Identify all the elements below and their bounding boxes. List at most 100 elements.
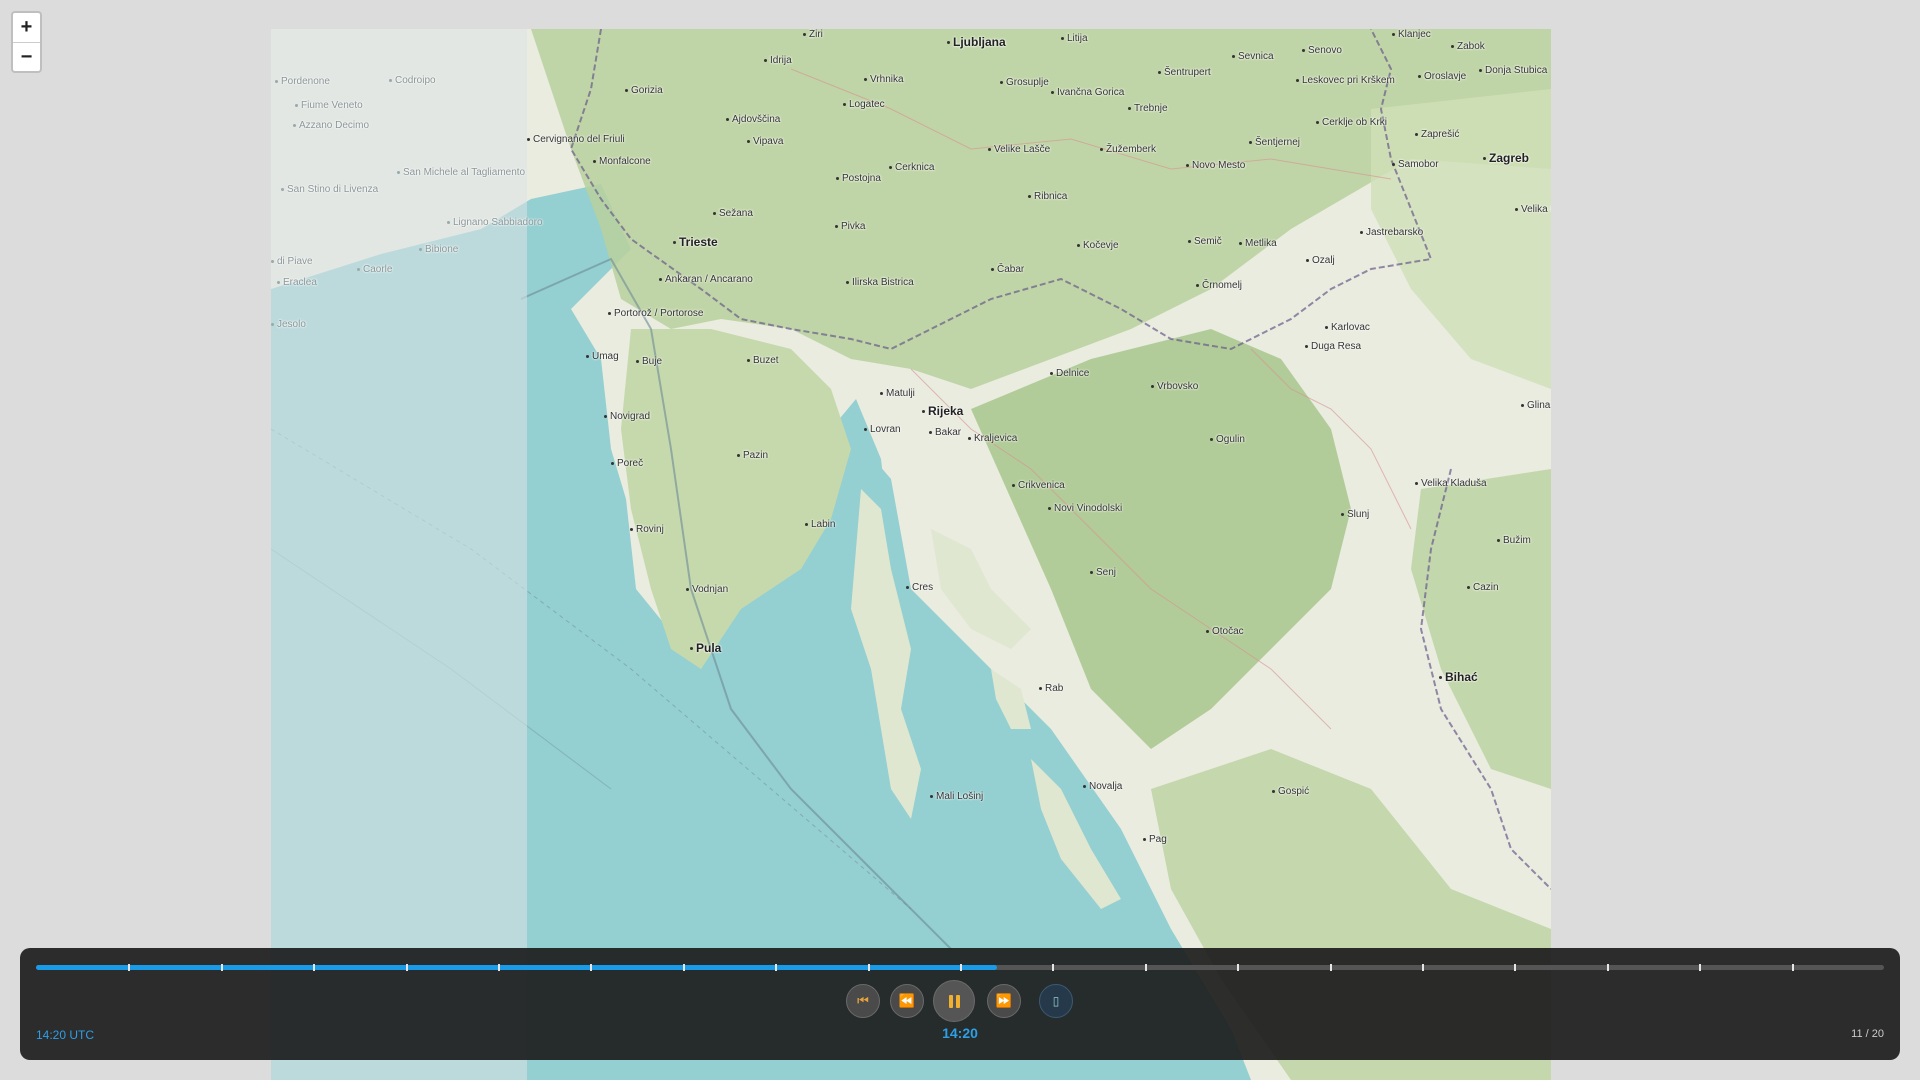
place-label: Ozalj xyxy=(1306,255,1335,266)
place-label: Labin xyxy=(805,519,835,530)
zoom-control: + − xyxy=(11,11,42,73)
timeline-step-tick[interactable] xyxy=(1699,964,1702,971)
place-label: Sevnica xyxy=(1232,51,1274,62)
place-label: Jesolo xyxy=(271,319,306,330)
place-label: Buzet xyxy=(747,355,779,366)
timeline-step-tick[interactable] xyxy=(1791,964,1794,971)
place-label: Senovo xyxy=(1302,45,1342,56)
place-label: Čabar xyxy=(991,264,1024,275)
place-label: Novigrad xyxy=(604,411,650,422)
place-label: Azzano Decimo xyxy=(293,120,369,131)
timeline-step-tick[interactable] xyxy=(220,964,223,971)
place-label: Klanjec xyxy=(1392,29,1431,40)
timeline-step-tick[interactable] xyxy=(128,964,131,971)
place-label: Pula xyxy=(690,641,721,655)
place-label: Semič xyxy=(1188,236,1222,247)
zoom-out-button[interactable]: − xyxy=(13,43,40,71)
timeline-step-tick[interactable] xyxy=(1606,964,1609,971)
timeline-step-tick[interactable] xyxy=(1237,964,1240,971)
place-label: Matulji xyxy=(880,388,915,399)
place-label: Šentrupert xyxy=(1158,67,1211,78)
place-label: Grosuplje xyxy=(1000,77,1049,88)
timeline-progress-fill xyxy=(36,965,997,970)
timeline-step-tick[interactable] xyxy=(1514,964,1517,971)
place-label: Velike Lašče xyxy=(988,144,1050,155)
frame-counter: 11 / 20 xyxy=(1851,1028,1884,1040)
pause-button[interactable] xyxy=(933,980,975,1022)
place-label: Pivka xyxy=(835,221,865,232)
place-label: Novi Vinodolski xyxy=(1048,503,1122,514)
place-label: Logatec xyxy=(843,99,885,110)
map-frame[interactable]: Ljubljana Zagreb Rijeka Trieste Pula Bihać Por… xyxy=(271,29,1551,1080)
place-label: Ljubljana xyxy=(947,35,1006,49)
timeline-step-tick[interactable] xyxy=(313,964,316,971)
place-label: Cerklje ob Krki xyxy=(1316,117,1387,128)
place-label: Portorož / Portorose xyxy=(608,308,703,319)
animation-player-panel: ⏮ ⏪ ⏩ ▯ 14:20 UTC 14:20 11 / 20 xyxy=(20,948,1900,1060)
place-label: Slunj xyxy=(1341,509,1369,520)
place-label: Gorizia xyxy=(625,85,663,96)
place-label: Duga Resa xyxy=(1305,341,1361,352)
timeline-step-tick[interactable] xyxy=(1052,964,1055,971)
place-label: Zagreb xyxy=(1483,151,1529,165)
timeline-step-tick[interactable] xyxy=(1144,964,1147,971)
timeline-step-tick[interactable] xyxy=(590,964,593,971)
timeline-step-tick[interactable] xyxy=(1422,964,1424,971)
place-label: Ivančna Gorica xyxy=(1051,87,1124,98)
place-label: Crikvenica xyxy=(1012,480,1065,491)
place-label: Gospić xyxy=(1272,786,1309,797)
place-label: Cervignano del Friuli xyxy=(527,134,625,145)
map-viewport[interactable]: Ljubljana Zagreb Rijeka Trieste Pula Bihać Por… xyxy=(0,0,1920,1080)
place-label: Poreč xyxy=(611,458,643,469)
place-label: Cazin xyxy=(1467,582,1499,593)
place-label: Zabok xyxy=(1451,41,1485,52)
place-label: Pazin xyxy=(737,450,768,461)
next-frame-button[interactable]: ⏩ xyxy=(987,984,1021,1018)
timeline-step-tick[interactable] xyxy=(682,964,685,971)
place-label: Ajdovščina xyxy=(726,114,780,125)
place-label: Litija xyxy=(1061,33,1088,44)
place-label: Velika G xyxy=(1515,204,1551,215)
place-label: Novo Mesto xyxy=(1186,160,1245,171)
playback-controls: ⏮ ⏪ ⏩ ▯ xyxy=(20,980,1900,1022)
place-label: Bakar xyxy=(929,427,961,438)
place-label: Idrija xyxy=(764,55,792,66)
timeline-step-tick[interactable] xyxy=(960,964,962,971)
place-label: Donja Stubica xyxy=(1479,65,1547,76)
place-label: Umag xyxy=(586,351,619,362)
fast-forward-icon: ⏩ xyxy=(995,993,1013,1008)
timeline-progress-bar[interactable] xyxy=(36,964,1884,971)
zoom-in-button[interactable]: + xyxy=(13,13,40,43)
place-label: Samobor xyxy=(1392,159,1439,170)
previous-frame-button[interactable]: ⏪ xyxy=(890,984,924,1018)
extra-option-button[interactable]: ▯ xyxy=(1039,984,1073,1018)
place-label: San Michele al Tagliamento xyxy=(397,167,525,178)
timeline-step-tick[interactable] xyxy=(1329,964,1332,971)
timeline-step-tick[interactable] xyxy=(775,964,778,971)
rectangle-icon: ▯ xyxy=(1052,994,1060,1008)
first-frame-button[interactable]: ⏮ xyxy=(846,984,880,1018)
place-label: Vrhnika xyxy=(864,74,904,85)
place-label: Trebnje xyxy=(1128,103,1168,114)
place-label: Vipava xyxy=(747,136,783,147)
timeline-step-tick[interactable] xyxy=(405,964,408,971)
place-label: Ilirska Bistrica xyxy=(846,277,914,288)
place-label: Črnomelj xyxy=(1196,280,1242,291)
place-label: Monfalcone xyxy=(593,156,651,167)
place-label: Cerknica xyxy=(889,162,934,173)
place-label: Lignano Sabbiadoro xyxy=(447,217,543,228)
place-label: Leskovec pri Krškem xyxy=(1296,75,1395,86)
timeline-step-tick[interactable] xyxy=(498,964,500,971)
skip-to-start-icon: ⏮ xyxy=(857,993,869,1008)
place-label: Ribnica xyxy=(1028,191,1067,202)
place-label: Ankaran / Ancarano xyxy=(659,274,753,285)
timeline-step-tick[interactable] xyxy=(867,964,870,971)
place-label: Otočac xyxy=(1206,626,1244,637)
place-label: Žiri xyxy=(803,29,823,40)
place-label: Trieste xyxy=(673,235,718,249)
place-label: Rab xyxy=(1039,683,1063,694)
place-label: Zaprešić xyxy=(1415,129,1459,140)
place-label: Codroipo xyxy=(389,75,436,86)
place-label: Rovinj xyxy=(630,524,664,535)
place-label: Lovran xyxy=(864,424,901,435)
